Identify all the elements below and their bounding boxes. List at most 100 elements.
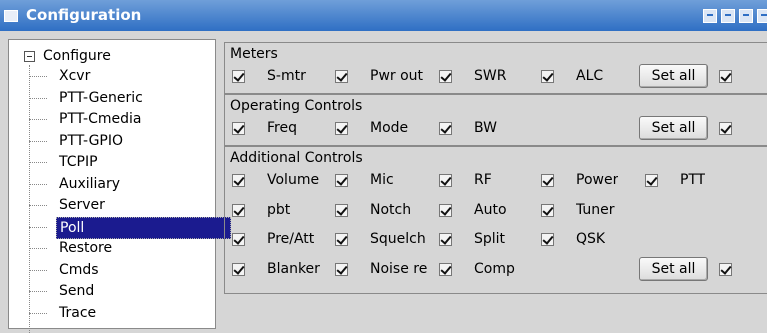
checkbox-swr[interactable]	[439, 70, 452, 83]
label-freq: Freq	[267, 120, 297, 136]
label-pre-att: Pre/Att	[267, 231, 315, 247]
checkbox-split[interactable]	[439, 233, 452, 246]
tree-item-label: Trace	[59, 304, 97, 321]
tree-item-trace[interactable]: Trace	[56, 303, 99, 323]
checkbox-rf[interactable]	[439, 174, 452, 187]
checkbox-pwr-out[interactable]	[335, 70, 348, 83]
checkbox-qsk[interactable]	[541, 233, 554, 246]
tree-connector-line	[29, 65, 30, 333]
tree-item-label: Send	[59, 283, 95, 299]
shade-window-icon[interactable]	[703, 9, 717, 23]
label-pbt: pbt	[267, 201, 291, 218]
tree-item-label: Auxiliary	[59, 175, 121, 192]
close-window-icon[interactable]	[757, 9, 767, 23]
maximize-window-icon[interactable]	[739, 9, 753, 23]
window-icon	[4, 10, 18, 22]
tree-connector	[29, 183, 47, 185]
checkbox-alc[interactable]	[541, 70, 554, 83]
label-pwr-out: Pwr out	[370, 68, 424, 84]
checkbox-pre-att[interactable]	[232, 233, 245, 246]
tree-item-label: TCPIP	[59, 154, 98, 170]
tree-item-ptt-cmedia[interactable]: PTT-Cmedia	[56, 109, 144, 129]
label-comp: Comp	[474, 260, 515, 277]
meters-set-all-checkbox[interactable]	[719, 70, 732, 83]
label-noise-re: Noise re	[370, 260, 428, 277]
tree-item-restore[interactable]: Restore	[56, 238, 115, 258]
checkbox-noise-re[interactable]	[335, 262, 348, 276]
tree-root-configure[interactable]: Configure	[40, 46, 114, 66]
additional-set-all-button[interactable]: Set all	[639, 256, 708, 281]
tree-item-label: PTT-Cmedia	[59, 111, 142, 127]
window-title: Configuration	[26, 6, 142, 24]
label-mic: Mic	[370, 172, 394, 188]
checkbox-mode[interactable]	[335, 122, 348, 135]
tree-item-label: PTT-GPIO	[59, 132, 124, 149]
additional-controls-title: Additional Controls	[230, 150, 363, 166]
tree-root-label: Configure	[43, 48, 111, 64]
label-tuner: Tuner	[576, 201, 615, 218]
tree-connector	[29, 226, 47, 228]
label-swr: SWR	[474, 68, 507, 84]
tree-connector	[29, 162, 47, 163]
label-ptt: PTT	[680, 172, 706, 188]
checkbox-mic[interactable]	[335, 174, 348, 187]
checkbox-bw[interactable]	[439, 122, 452, 135]
tree-item-ptt-generic[interactable]: PTT-Generic	[56, 88, 146, 108]
tree-item-label: Cmds	[59, 261, 99, 278]
tree-connector	[29, 269, 47, 271]
label-power: Power	[576, 172, 619, 188]
collapse-icon[interactable]	[24, 51, 35, 62]
checkbox-volume[interactable]	[232, 174, 245, 187]
tree-item-label: Restore	[59, 240, 113, 256]
tree-connector	[29, 248, 47, 249]
tree-item-cmds[interactable]: Cmds	[56, 260, 102, 280]
minimize-window-icon[interactable]	[721, 9, 735, 23]
operating-set-all-button[interactable]: Set all	[639, 116, 708, 140]
checkbox-squelch[interactable]	[335, 233, 348, 246]
tree-item-ptt-gpio[interactable]: PTT-GPIO	[56, 131, 126, 151]
tree-connector	[29, 119, 47, 120]
label-s-mtr: S-mtr	[267, 68, 306, 84]
title-bar: Configuration	[0, 0, 767, 31]
label-qsk: QSK	[576, 231, 606, 247]
tree-item-server[interactable]: Server	[56, 195, 108, 215]
label-notch: Notch	[370, 201, 412, 218]
meters-set-all-button[interactable]: Set all	[639, 64, 708, 88]
operating-controls-title: Operating Controls	[230, 98, 363, 114]
checkbox-freq[interactable]	[232, 122, 245, 135]
label-rf: RF	[474, 172, 492, 188]
checkbox-pbt[interactable]	[232, 203, 245, 217]
tree-item-send[interactable]: Send	[56, 281, 97, 301]
tree-item-auxiliary[interactable]: Auxiliary	[56, 174, 123, 194]
checkbox-tuner[interactable]	[541, 203, 554, 217]
label-squelch: Squelch	[370, 231, 426, 247]
operating-controls-group: Operating Controls Freq Mode BW Set all	[224, 94, 767, 146]
tree-item-label: Server	[59, 197, 105, 213]
meters-group: Meters S-mtr Pwr out SWR ALC Set all	[224, 42, 767, 94]
checkbox-s-mtr[interactable]	[232, 70, 245, 83]
additional-set-all-checkbox[interactable]	[719, 262, 732, 276]
label-auto: Auto	[474, 201, 507, 218]
label-alc: ALC	[576, 68, 604, 84]
tree-connector	[29, 312, 47, 314]
label-bw: BW	[474, 120, 497, 136]
checkbox-power[interactable]	[541, 174, 554, 187]
checkbox-ptt[interactable]	[645, 174, 658, 187]
tree-item-xcvr[interactable]: Xcvr	[56, 66, 93, 86]
checkbox-blanker[interactable]	[232, 262, 245, 276]
tree-connector	[29, 140, 47, 142]
poll-settings-panel: Meters S-mtr Pwr out SWR ALC Set all Operati…	[224, 39, 767, 329]
operating-set-all-checkbox[interactable]	[719, 122, 732, 135]
checkbox-auto[interactable]	[439, 203, 452, 217]
tree-connector	[29, 97, 47, 99]
tree-item-label: Xcvr	[59, 68, 91, 84]
label-volume: Volume	[267, 172, 320, 188]
tree-item-tcpip[interactable]: TCPIP	[56, 152, 101, 172]
label-mode: Mode	[370, 120, 409, 136]
label-split: Split	[474, 231, 506, 247]
checkbox-notch[interactable]	[335, 203, 348, 217]
checkbox-comp[interactable]	[439, 262, 452, 276]
config-tree: Configure Xcvr PTT-Generic PTT-Cmedia PTT-G…	[8, 39, 231, 333]
tree-item-poll[interactable]: Poll	[56, 216, 231, 239]
tree-item-label: Poll	[56, 216, 231, 239]
